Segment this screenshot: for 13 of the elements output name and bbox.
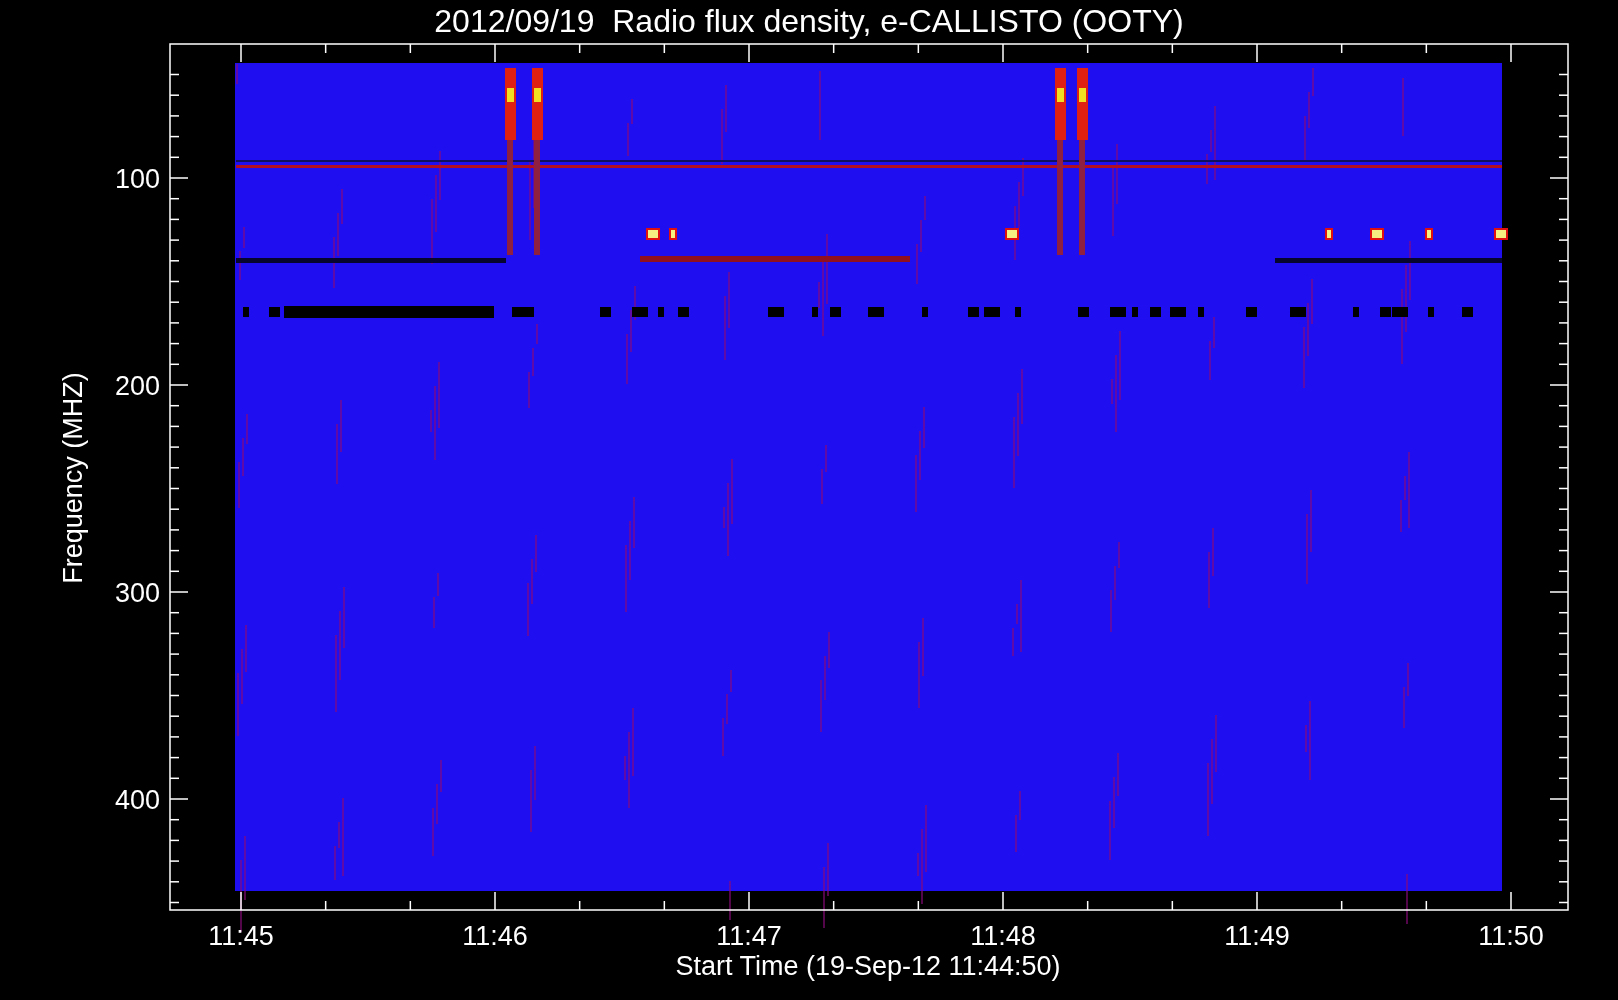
x-tick-label: 11:45 (208, 921, 274, 951)
y-tick-label: 300 (114, 578, 160, 608)
x-tick-label: 11:49 (1224, 921, 1290, 951)
plot-title: 2012/09/19 Radio flux density, e-CALLISTO (OOTY) (434, 3, 1184, 39)
y-tick-label: 200 (114, 371, 160, 401)
x-axis-label: Start Time (19-Sep-12 11:44:50) (675, 951, 1061, 981)
y-axis-label: Frequency (MHZ) (58, 372, 88, 584)
x-tick-label: 11:50 (1478, 921, 1544, 951)
y-tick-label: 100 (114, 164, 160, 194)
x-tick-label: 11:48 (970, 921, 1036, 951)
y-tick-label: 400 (114, 785, 160, 815)
x-tick-label: 11:46 (462, 921, 528, 951)
x-tick-label: 11:47 (716, 921, 782, 951)
